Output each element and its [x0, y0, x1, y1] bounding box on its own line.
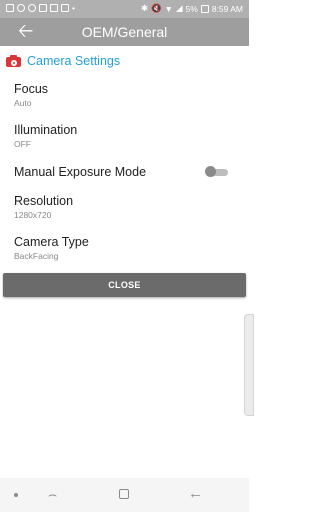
camera-icon	[6, 55, 21, 67]
setting-manual-exposure[interactable]: Manual Exposure Mode	[14, 165, 146, 180]
wifi-icon: ▼	[164, 3, 173, 14]
battery-text: 5%	[185, 3, 198, 14]
app-title: OEM/General	[81, 24, 168, 40]
section-title: Camera Settings	[27, 54, 121, 68]
status-bar: • ✱ 🔇 ▼ ◢ 5% 8:59 AM	[0, 0, 249, 18]
section-header: Camera Settings	[6, 53, 120, 69]
setting-title: Camera Type	[14, 235, 89, 249]
image-icon	[39, 4, 47, 12]
setting-value: Auto	[14, 98, 32, 108]
bluetooth-icon: ✱	[140, 3, 148, 13]
setting-value: 1280x720	[14, 210, 52, 220]
at-icon	[17, 4, 25, 12]
setting-illumination[interactable]: Illumination OFF	[14, 123, 77, 149]
gmail-icon	[50, 4, 58, 12]
close-button[interactable]: CLOSE	[3, 273, 246, 297]
more-dots-icon: •	[72, 3, 75, 13]
calendar-icon	[61, 4, 69, 12]
mute-icon: 🔇	[150, 3, 162, 13]
setting-resolution[interactable]: Resolution 1280x720	[14, 194, 73, 220]
notification-icon	[6, 4, 14, 12]
back-icon[interactable]: ←	[188, 485, 203, 502]
recent-apps-icon[interactable]: ⌢	[48, 486, 57, 503]
setting-title: Focus	[14, 82, 49, 96]
dot-icon[interactable]	[14, 493, 18, 497]
nav-bar: ⌢ ←	[0, 478, 249, 512]
setting-title: Manual Exposure Mode	[14, 165, 147, 179]
setting-camera-type[interactable]: Camera Type BackFacing	[14, 235, 89, 261]
setting-title: Illumination	[14, 123, 78, 137]
setting-value: BackFacing	[14, 251, 59, 261]
battery-icon	[200, 4, 209, 13]
setting-focus[interactable]: Focus Auto	[14, 82, 48, 108]
setting-value: OFF	[14, 139, 31, 149]
cloud-icon	[28, 4, 36, 12]
home-icon[interactable]	[119, 489, 129, 499]
status-time: 8:59 AM	[211, 3, 243, 14]
app-bar: 🡠 OEM/General	[0, 18, 249, 46]
signal-icon: ◢	[175, 3, 183, 13]
setting-title: Resolution	[14, 194, 74, 208]
status-system: ✱ 🔇 ▼ ◢ 5% 8:59 AM	[141, 3, 243, 14]
manual-exposure-toggle[interactable]	[205, 166, 229, 177]
status-notifications: •	[6, 3, 75, 13]
edge-panel-handle[interactable]	[244, 314, 254, 416]
